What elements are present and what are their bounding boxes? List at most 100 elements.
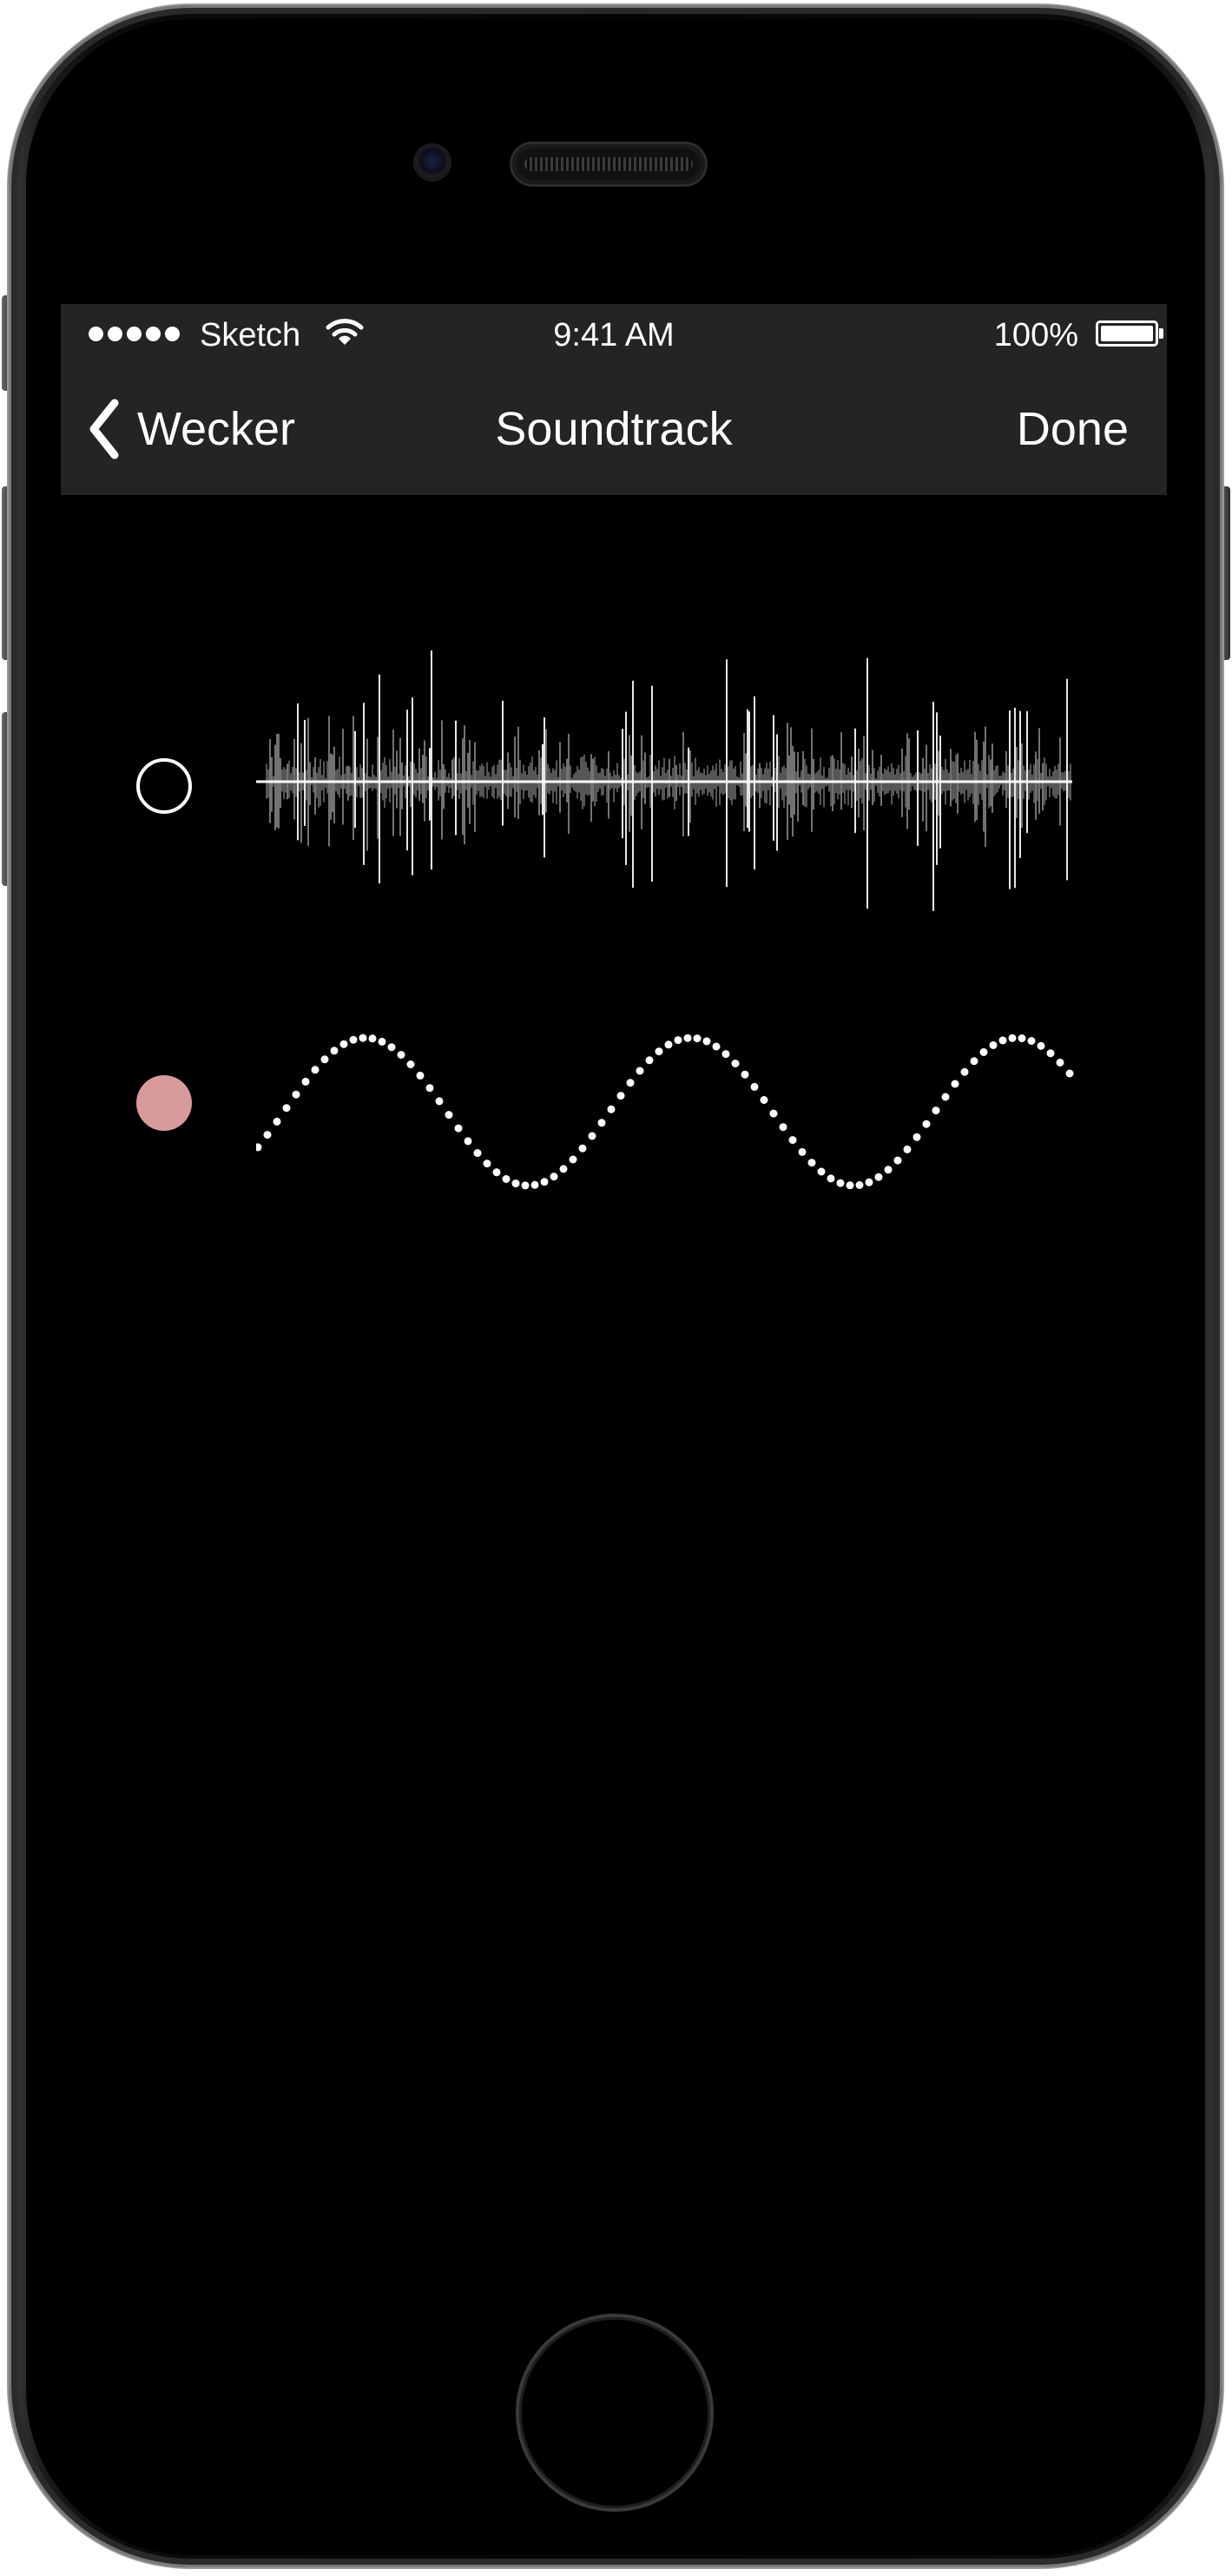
battery-icon	[1096, 320, 1158, 347]
sine-dot	[731, 1060, 740, 1067]
sine-dot	[368, 1034, 377, 1043]
battery-cap	[1159, 328, 1163, 339]
sine-dot	[416, 1071, 425, 1080]
battery-level-fill	[1101, 326, 1153, 341]
sine-dot	[435, 1097, 444, 1106]
sine-dot	[483, 1159, 491, 1168]
sine-dot	[807, 1159, 816, 1167]
sine-waveform-graphic	[256, 1034, 1074, 1190]
app-screen: Sketch 9:41 AM 100% Wecker Soundtrack Do…	[61, 304, 1167, 2206]
sine-dot	[387, 1043, 396, 1052]
sine-dot	[1027, 1037, 1036, 1045]
sine-dot	[578, 1144, 587, 1153]
sine-dot	[664, 1040, 673, 1049]
sine-dot	[827, 1174, 835, 1183]
sine-dot	[282, 1104, 291, 1113]
sine-dot	[616, 1092, 625, 1100]
sine-dot	[349, 1035, 358, 1044]
sine-dot	[521, 1181, 530, 1190]
sine-dot	[1056, 1058, 1064, 1067]
sine-dot	[1046, 1049, 1055, 1058]
status-bar: Sketch 9:41 AM 100%	[61, 304, 1167, 365]
sine-dot	[559, 1165, 568, 1173]
sound-option-noise[interactable]	[61, 643, 1167, 947]
sine-dot	[817, 1167, 826, 1176]
sine-dot	[464, 1137, 472, 1146]
sine-dot	[256, 1143, 262, 1152]
sine-dot	[378, 1037, 386, 1046]
sine-dot	[922, 1120, 931, 1128]
sine-dot	[425, 1084, 434, 1093]
sine-dot	[903, 1145, 912, 1153]
radio-button-selected[interactable]	[136, 1075, 192, 1131]
sine-dot	[1037, 1041, 1045, 1050]
sine-dot	[721, 1050, 730, 1059]
sine-dot	[569, 1155, 577, 1164]
sine-dot	[588, 1132, 596, 1140]
sine-dot	[979, 1047, 988, 1056]
sine-dot	[893, 1156, 902, 1165]
sine-dot	[932, 1106, 940, 1115]
sine-dot	[712, 1042, 721, 1051]
sine-dot	[636, 1067, 644, 1075]
sine-dot	[741, 1070, 749, 1079]
radio-button-unselected[interactable]	[136, 758, 192, 814]
sine-dot	[445, 1111, 453, 1120]
home-button[interactable]	[519, 2317, 710, 2508]
sine-dot	[912, 1133, 921, 1141]
sine-dot	[941, 1093, 950, 1101]
sine-dot	[454, 1124, 463, 1133]
earpiece-speaker	[512, 144, 705, 184]
sine-dot	[397, 1051, 405, 1059]
sine-dot	[779, 1123, 787, 1132]
sine-dot	[655, 1047, 663, 1056]
sine-dot	[855, 1181, 864, 1189]
sine-dot	[865, 1178, 873, 1186]
sine-dot	[597, 1119, 606, 1127]
sine-dot	[750, 1082, 759, 1091]
noise-waveform-graphic	[256, 650, 1072, 911]
sine-dot	[273, 1117, 281, 1126]
sine-dot	[998, 1036, 1007, 1045]
sine-dot	[884, 1166, 893, 1174]
sound-option-sine[interactable]	[61, 999, 1167, 1225]
device-mockup: Sketch 9:41 AM 100% Wecker Soundtrack Do…	[0, 0, 1232, 2576]
sine-dot	[683, 1034, 692, 1042]
sine-dot	[798, 1147, 807, 1156]
battery-percentage: 100%	[993, 317, 1078, 353]
sine-dot	[320, 1055, 329, 1064]
sine-dot	[951, 1080, 959, 1088]
front-camera	[415, 145, 450, 180]
sine-dot	[550, 1172, 558, 1181]
sine-dot	[788, 1136, 797, 1145]
sine-dot	[502, 1175, 511, 1183]
sine-dot	[836, 1179, 845, 1187]
sine-dot	[874, 1172, 883, 1181]
sine-dot	[492, 1168, 501, 1177]
sine-dot	[846, 1181, 854, 1190]
navigation-bar: Wecker Soundtrack Done	[61, 365, 1167, 495]
sine-dot	[702, 1037, 711, 1046]
sine-dot	[970, 1057, 978, 1066]
sine-dot	[359, 1034, 367, 1042]
sine-dot	[473, 1149, 482, 1158]
sine-dot	[540, 1178, 549, 1186]
sine-dot	[693, 1034, 702, 1043]
sine-dot	[330, 1047, 339, 1055]
sine-dot	[1018, 1034, 1026, 1042]
sine-dot	[511, 1179, 520, 1188]
sine-dot	[301, 1077, 310, 1086]
sine-dot	[1008, 1034, 1017, 1042]
sine-dot	[674, 1036, 682, 1045]
sine-dot	[292, 1090, 300, 1099]
sine-dot	[989, 1040, 998, 1049]
sine-dot	[645, 1056, 654, 1065]
sine-dot	[1065, 1069, 1074, 1078]
done-button[interactable]: Done	[1017, 394, 1129, 464]
page-title: Soundtrack	[495, 403, 733, 455]
sine-dot	[769, 1109, 778, 1118]
sine-dot	[960, 1067, 969, 1076]
sine-dot	[626, 1079, 635, 1087]
sine-dot	[406, 1060, 415, 1068]
sine-dot	[530, 1180, 539, 1189]
